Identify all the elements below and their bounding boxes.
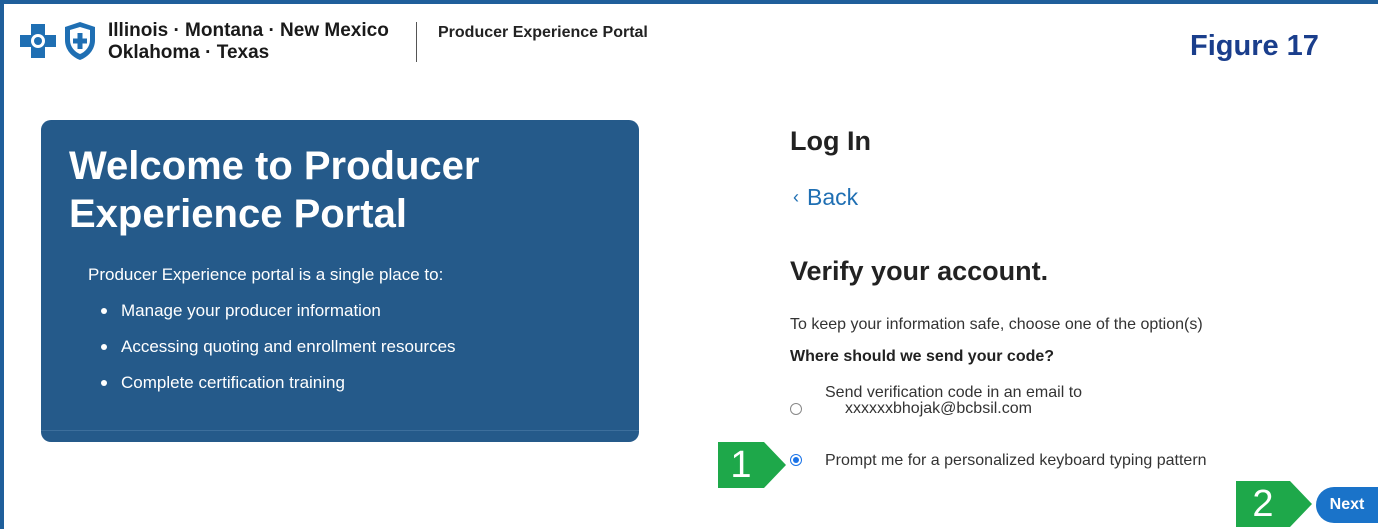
blue-cross-logo-icon [20,24,56,58]
card-divider [41,430,639,431]
figure-label: Figure 17 [1190,30,1319,62]
welcome-list-item: Manage your producer information [99,300,456,336]
callout-step-2: 2 [1236,481,1290,527]
frame-left-border [0,0,4,529]
verify-heading: Verify your account. [790,256,1049,286]
welcome-list-item: Complete certification training [99,372,456,408]
email-option-radio[interactable] [790,403,802,415]
bullet-icon [101,308,107,314]
welcome-feature-list: Manage your producer information Accessi… [99,300,456,408]
keyboard-pattern-option-radio[interactable] [790,454,802,466]
back-link[interactable]: ‹ Back [793,184,858,211]
chevron-left-icon: ‹ [793,187,799,207]
callout-step-1: 1 [718,442,764,488]
next-button[interactable]: Next [1316,487,1378,523]
send-code-question: Where should we send your code? [790,348,1055,365]
welcome-list-item-label: Manage your producer information [121,301,381,320]
welcome-card: Welcome to Producer Experience Portal Pr… [41,120,639,442]
info-text: To keep your information safe, choose on… [790,316,1203,333]
frame-top-border [0,0,1378,4]
header-divider [416,22,417,62]
brand-states-line2: Oklahoma · Texas [108,42,270,63]
portal-name: Producer Experience Portal [438,24,648,41]
welcome-title: Welcome to Producer Experience Portal [69,144,480,236]
bullet-icon [101,380,107,386]
welcome-list-item-label: Accessing quoting and enrollment resourc… [121,337,456,356]
callout-arrow-icon [1290,481,1312,527]
keyboard-pattern-option-label[interactable]: Prompt me for a personalized keyboard ty… [825,452,1207,470]
back-link-label: Back [807,184,859,210]
welcome-list-item: Accessing quoting and enrollment resourc… [99,336,456,372]
email-address[interactable]: xxxxxxbhojak@bcbsil.com [845,400,1032,418]
callout-arrow-icon [764,442,786,488]
welcome-intro: Producer Experience portal is a single p… [88,265,444,284]
blue-shield-logo-icon [65,22,95,60]
bullet-icon [101,344,107,350]
welcome-list-item-label: Complete certification training [121,373,345,392]
brand-states-line1: Illinois · Montana · New Mexico [108,20,389,41]
login-heading: Log In [790,126,871,156]
